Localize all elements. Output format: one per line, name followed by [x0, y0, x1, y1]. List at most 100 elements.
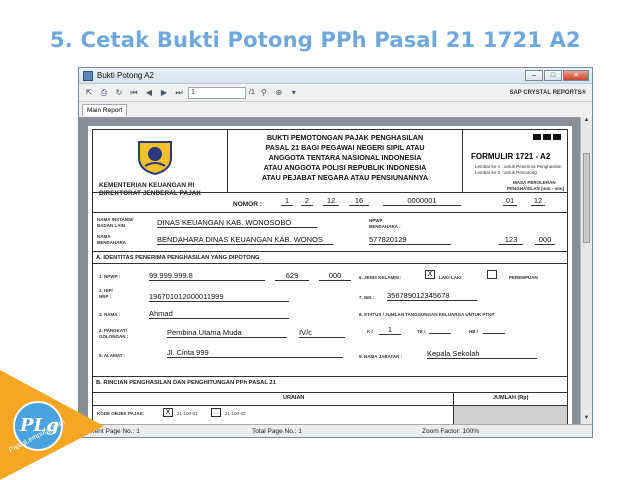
refresh-icon[interactable]: ↻ [113, 87, 125, 99]
laki-laki-checkbox[interactable]: X [425, 270, 435, 279]
nomor-part-3: 12 [323, 196, 339, 206]
header-line: ANGGOTA TENTARA NASIONAL INDONESIA [268, 153, 422, 162]
tk-label: TK / [417, 329, 426, 334]
uraian-header: URAIAN [283, 395, 305, 401]
tab-main-report[interactable]: Main Report [82, 104, 128, 116]
hb-label: HB / [469, 329, 478, 334]
npwp-part-3: 000 [319, 271, 351, 281]
total-page-status: Total Page No.: 1 [252, 427, 302, 435]
masa-from: 01 [503, 196, 517, 206]
toolbar: ⇱ ⎙ ↻ ⏮ ◀ ▶ ⏭ 1 /1 ⚲ ⊕ ▾ SAP CRYSTAL REP… [79, 84, 592, 102]
first-page-icon[interactable]: ⏮ [128, 87, 140, 99]
bendahara-label: NAMA [97, 234, 111, 239]
nip-label-2: NRP : [99, 294, 112, 299]
print-icon[interactable]: ⎙ [98, 87, 110, 99]
report-viewer[interactable]: KEMENTERIAN KEUANGAN RI DIREKTORAT JENDE… [79, 117, 582, 425]
header-line: ATAU ANGGOTA POLISI REPUBLIK INDONESIA [263, 163, 427, 172]
page-total: /1 [249, 89, 255, 96]
npwp-label: 1. NPWP : [99, 274, 121, 279]
form-1721-a2: KEMENTERIAN KEUANGAN RI DIREKTORAT JENDE… [92, 129, 568, 425]
nama-value: Ahmad [149, 309, 289, 319]
jabatan-value: Kepala Sekolah [427, 349, 537, 359]
page-number-input[interactable]: 1 [188, 86, 246, 99]
instansi-value: DINAS KEUANGAN KAB. WONOSOBO [157, 218, 317, 228]
hb-value [483, 333, 505, 334]
kode-1-checkbox[interactable]: X [163, 408, 173, 417]
brand-label: SAP CRYSTAL REPORTS® [509, 89, 586, 96]
pangkat-value: Pembina Utama Muda [167, 328, 287, 338]
nomor-part-1: 1 [281, 196, 293, 206]
perempuan-checkbox[interactable] [487, 270, 497, 279]
npwp-bendahara-value: 577820129 [369, 235, 451, 245]
scroll-thumb[interactable] [583, 153, 590, 243]
prev-page-icon[interactable]: ◀ [143, 87, 155, 99]
k-label: K / [367, 329, 373, 334]
alamat-label: 5. ALAMAT : [99, 353, 126, 358]
jumlah-header: JUMLAH (Rp) [493, 395, 529, 401]
nip-value: 196701012000011999 [149, 292, 289, 302]
scroll-up-icon[interactable]: ▲ [581, 117, 592, 127]
pangkat-label-2: GOLONGAN : [99, 334, 129, 339]
binoculars-icon[interactable]: ⚲ [258, 87, 270, 99]
header-line: ATAU PEJABAT NEGARA ATAU PENSIUNANNYA [261, 173, 429, 182]
laki-laki-label: LAKI-LAKI [439, 275, 462, 280]
bendahara-value: BENDAHARA DINAS KEUANGAN KAB. WONOS [157, 235, 333, 245]
chevron-down-icon[interactable]: ▾ [288, 87, 300, 99]
form-header: BUKTI PEMOTONGAN PAJAK PENGHASILAN PASAL… [227, 130, 463, 192]
nip-label: 2. NIP/ [99, 288, 113, 293]
nomor-part-4: 16 [349, 196, 369, 206]
zoom-status: Zoom Factor: 100% [422, 427, 480, 435]
report-page: KEMENTERIAN KEUANGAN RI DIREKTORAT JENDE… [88, 126, 572, 425]
kode-2-checkbox[interactable] [211, 408, 221, 417]
title-bar: Bukti Potong A2 – □ ✕ [79, 68, 592, 84]
last-page-icon[interactable]: ⏭ [173, 87, 185, 99]
form-marks [533, 134, 561, 140]
nama-label: 3. NAMA : [99, 312, 121, 317]
section-b-title: B. RINCIAN PENGHASILAN DAN PENGHITUNGAN … [93, 376, 567, 386]
masa-label-2: PENGHASILAN [mm - mm] [507, 186, 565, 191]
close-button[interactable]: ✕ [563, 70, 589, 81]
npwp-bendahara-part-3: 000 [535, 235, 555, 245]
ministry-label: KEMENTERIAN KEUANGAN RI [99, 182, 195, 189]
instansi-label: NAMA INSTANSI/ [97, 217, 134, 222]
tab-strip: Main Report [79, 102, 592, 116]
form-code: FORMULIR 1721 - A2 [471, 152, 551, 161]
vertical-scrollbar[interactable]: ▲ ▼ [580, 117, 592, 425]
instansi-label-2: BADAN LAIN [97, 223, 125, 228]
npwp-bendahara-part-2: 123 [499, 235, 523, 245]
nomor-part-2: 2 [301, 196, 313, 206]
header-line: PASAL 21 BAGI PEGAWAI NEGERI SIPIL ATAU [265, 143, 425, 152]
app-icon [83, 70, 93, 81]
masa-to: 12 [531, 196, 545, 206]
lembar1-note: Lembar ke-1 : untuk Penerima Penghasilan [475, 164, 562, 169]
jenis-kelamin-label: 6. JENIS KELAMIN : [359, 275, 402, 280]
maximize-button[interactable]: □ [544, 70, 562, 81]
npwp-part-2: 629 [275, 271, 309, 281]
npwp-value: 99.999.999.8 [149, 271, 265, 281]
nik-label: 7. NIK : [359, 295, 375, 300]
k-value: 1 [379, 325, 401, 335]
tk-value [429, 333, 451, 334]
export-icon[interactable]: ⇱ [83, 87, 95, 99]
jabatan-label: 9. NAMA JABATAN : [359, 354, 403, 359]
zoom-icon[interactable]: ⊕ [273, 87, 285, 99]
kemenkeu-logo-icon [138, 141, 172, 176]
npwp-bendahara-label-2: BENDAHARA : [369, 224, 401, 229]
section-a-title: A. IDENTITAS PENERIMA PENGHASILAN YANG D… [93, 251, 567, 261]
lembar2-note: Lembar ke-2 : untuk Pemotong [475, 170, 537, 175]
window-title: Bukti Potong A2 [97, 71, 154, 80]
status-label: 8. STATUS / JUMLAH TANGGUNGAN KELUARGA U… [359, 312, 495, 317]
slide-title: 5. Cetak Bukti Potong PPh Pasal 21 1721 … [50, 28, 581, 52]
report-window: Bukti Potong A2 – □ ✕ ⇱ ⎙ ↻ ⏮ ◀ ▶ ⏭ 1 /1… [78, 67, 593, 438]
nomor-part-5: 0000001 [383, 196, 461, 206]
bendahara-label-2: BENDAHARA [97, 240, 126, 245]
next-page-icon[interactable]: ▶ [158, 87, 170, 99]
header-line: BUKTI PEMOTONGAN PAJAK PENGHASILAN [266, 133, 424, 142]
nik-value: 356789012345678 [387, 291, 477, 301]
nomor-label: NOMOR : [233, 201, 262, 208]
kode-2-label: 21-100-02 [225, 411, 246, 416]
masa-label: MASA PEROLEHAN [513, 180, 556, 185]
pangkat-label: 4. PANGKAT/ [99, 328, 127, 333]
minimize-button[interactable]: – [525, 70, 543, 81]
kode-1-label: 21-100-01 [177, 411, 198, 416]
